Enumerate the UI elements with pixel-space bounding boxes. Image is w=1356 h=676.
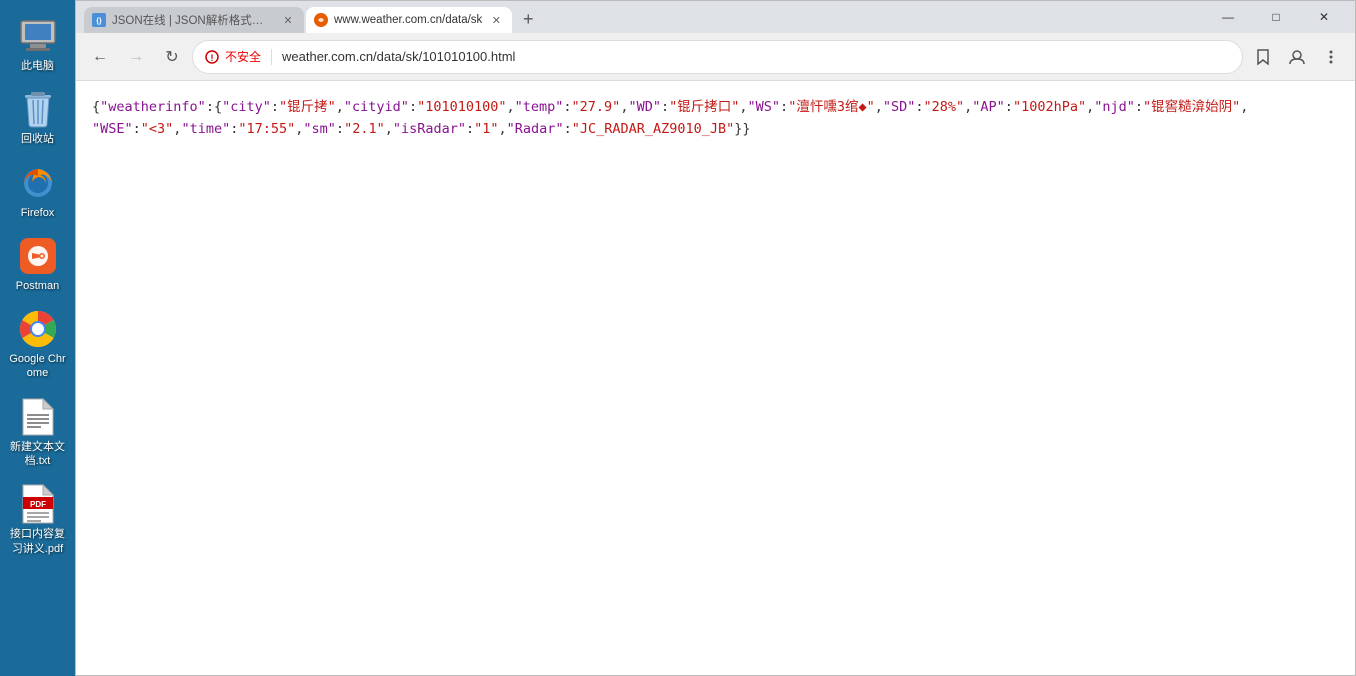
postman-icon[interactable]: Postman [4,230,72,299]
browser-window: {} JSON在线 | JSON解析格式化— ✕ www.weather.com [75,0,1356,676]
security-icon: ! [205,50,219,64]
firefox-icon[interactable]: Firefox [4,157,72,226]
minimize-button[interactable]: — [1205,2,1251,32]
address-divider [271,49,272,65]
google-chrome-icon[interactable]: Google Chrome [4,303,72,387]
address-bar[interactable]: ! 不安全 [192,40,1243,74]
title-bar: {} JSON在线 | JSON解析格式化— ✕ www.weather.com [76,1,1355,33]
new-text-file-icon[interactable]: 新建文本文 档.txt [4,391,72,475]
this-computer-label: 此电脑 [21,59,54,73]
back-button[interactable]: ← [84,41,116,73]
recycle-bin-label: 回收站 [21,132,54,146]
toolbar: ← → ↻ ! 不安全 [76,33,1355,81]
menu-button[interactable] [1315,41,1347,73]
tab-json[interactable]: {} JSON在线 | JSON解析格式化— ✕ [84,7,304,33]
pdf-notes-label: 接口内容复 习讲义.pdf [8,527,68,556]
desktop-icons-panel: 此电脑 回收站 [0,0,75,676]
forward-button[interactable]: → [120,41,152,73]
tab-json-favicon: {} [92,13,106,27]
postman-label: Postman [16,279,59,293]
desktop: 此电脑 回收站 [0,0,1356,676]
svg-text:{}: {} [96,18,102,25]
window-controls: — □ ✕ [1205,2,1347,32]
tab-weather-title: www.weather.com.cn/data/sk [334,14,482,26]
close-button[interactable]: ✕ [1301,2,1347,32]
bookmark-button[interactable] [1247,41,1279,73]
tab-strip: {} JSON在线 | JSON解析格式化— ✕ www.weather.com [84,1,1201,33]
tab-weather[interactable]: www.weather.com.cn/data/sk ✕ [306,7,512,33]
new-tab-button[interactable]: + [514,5,542,33]
address-input[interactable] [282,49,1230,64]
tab-weather-favicon [314,13,328,27]
maximize-button[interactable]: □ [1253,2,1299,32]
pdf-notes-icon[interactable]: PDF 接口内容复 习讲义.pdf [4,478,72,562]
refresh-button[interactable]: ↻ [156,41,188,73]
profile-button[interactable] [1281,41,1313,73]
recycle-bin-icon[interactable]: 回收站 [4,83,72,152]
new-text-file-label: 新建文本文 档.txt [8,440,68,469]
firefox-label: Firefox [21,206,55,220]
page-content: {"weatherinfo":{"city":"锟斤拷","cityid":"1… [76,81,1355,675]
json-response-text: {"weatherinfo":{"city":"锟斤拷","cityid":"1… [92,97,1339,140]
google-chrome-label: Google Chrome [8,352,68,381]
toolbar-actions [1247,41,1347,73]
tab-json-title: JSON在线 | JSON解析格式化— [112,12,274,28]
tab-weather-close[interactable]: ✕ [488,12,504,28]
this-computer-icon[interactable]: 此电脑 [4,10,72,79]
svg-text:!: ! [211,53,214,63]
security-label: 不安全 [225,48,261,65]
svg-text:PDF: PDF [30,500,46,509]
tab-json-close[interactable]: ✕ [280,12,296,28]
